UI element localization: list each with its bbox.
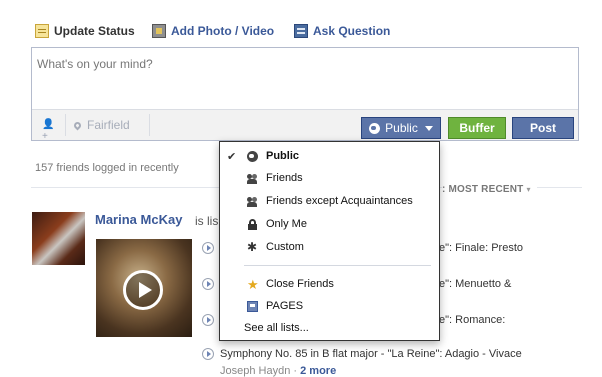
privacy-list-close-friends[interactable]: ★ Close Friends xyxy=(220,273,439,295)
privacy-option-friends[interactable]: Friends xyxy=(220,167,439,189)
sort-menu[interactable]: : MOST RECENT ▾ xyxy=(442,184,537,195)
play-track-icon xyxy=(202,314,214,326)
status-input[interactable] xyxy=(37,57,572,71)
friends-icon xyxy=(247,173,258,184)
star-icon: ★ xyxy=(247,276,259,292)
play-track-icon xyxy=(202,278,214,290)
gear-icon: ✱ xyxy=(247,239,258,254)
play-track-icon[interactable] xyxy=(202,348,214,360)
play-track-icon xyxy=(202,242,214,254)
pages-icon xyxy=(247,300,258,312)
privacy-option-label: Only Me xyxy=(266,218,307,230)
privacy-menu: ✔ Public Friends Friends except Acquaint… xyxy=(219,141,440,341)
friends-except-icon xyxy=(247,196,258,207)
track-title[interactable]: e": Finale: Presto xyxy=(439,242,523,254)
location-field[interactable]: Fairfield xyxy=(72,118,130,132)
privacy-option-friends-except-acquaintances[interactable]: Friends except Acquaintances xyxy=(220,190,439,212)
post-button-label: Post xyxy=(529,121,556,135)
tab-update-status-label: Update Status xyxy=(54,24,135,38)
checkmark-icon: ✔ xyxy=(227,150,237,163)
story-action-text: is lis xyxy=(195,214,219,228)
sort-label: : MOST RECENT xyxy=(442,184,524,195)
divider xyxy=(149,114,150,136)
tag-friends-icon[interactable]: 👤+ xyxy=(42,119,56,142)
privacy-option-label: Friends except Acquaintances xyxy=(266,195,413,207)
privacy-list-label: PAGES xyxy=(266,300,304,312)
privacy-option-label: Friends xyxy=(266,172,303,184)
track-artist: Joseph Haydn · 2 more xyxy=(220,365,336,377)
track-play-button[interactable] xyxy=(202,278,220,290)
video-thumbnail[interactable] xyxy=(96,239,192,337)
see-all-lists-label: See all lists... xyxy=(244,322,309,334)
location-label: Fairfield xyxy=(87,118,130,132)
lock-icon xyxy=(247,218,258,230)
globe-icon xyxy=(369,122,381,134)
status-icon xyxy=(35,24,49,38)
friends-online-count[interactable]: 157 friends logged in recently xyxy=(35,162,179,174)
privacy-option-custom[interactable]: ✱ Custom xyxy=(220,236,439,258)
track-play-button[interactable] xyxy=(202,242,220,254)
menu-divider xyxy=(244,265,431,266)
track-title[interactable]: e": Menuetto & xyxy=(439,278,511,290)
tab-ask-question-label: Ask Question xyxy=(313,24,391,38)
track-row[interactable]: Symphony No. 85 in B flat major - "La Re… xyxy=(202,348,522,360)
play-icon xyxy=(123,270,163,310)
tab-update-status[interactable]: Update Status xyxy=(35,23,135,39)
tab-add-photo-video[interactable]: Add Photo / Video xyxy=(152,23,274,39)
privacy-selector-label: Public xyxy=(385,121,418,135)
buffer-button[interactable]: Buffer xyxy=(448,117,506,139)
track-title[interactable]: Symphony No. 85 in B flat major - "La Re… xyxy=(220,348,522,360)
privacy-option-label: Custom xyxy=(266,241,304,253)
more-tracks-link[interactable]: 2 more xyxy=(300,365,336,377)
story-author-link[interactable]: Marina McKay xyxy=(95,212,182,227)
track-title[interactable]: e": Romance: xyxy=(439,314,505,326)
sort-caret-icon: ▾ xyxy=(526,185,531,194)
divider xyxy=(65,114,66,136)
post-button[interactable]: Post xyxy=(512,117,574,139)
track-play-button[interactable] xyxy=(202,314,220,326)
privacy-list-pages[interactable]: PAGES xyxy=(220,295,439,317)
photo-icon xyxy=(152,24,166,38)
question-icon xyxy=(294,24,308,38)
location-pin-icon xyxy=(72,120,83,130)
privacy-option-only-me[interactable]: Only Me xyxy=(220,213,439,235)
privacy-list-label: Close Friends xyxy=(266,278,334,290)
privacy-option-public[interactable]: ✔ Public xyxy=(220,145,439,167)
avatar[interactable] xyxy=(32,212,85,265)
privacy-option-label: Public xyxy=(266,150,300,162)
privacy-selector-button[interactable]: Public xyxy=(361,117,441,139)
globe-icon xyxy=(247,150,258,162)
artist-name[interactable]: Joseph Haydn xyxy=(220,365,290,377)
tab-add-photo-video-label: Add Photo / Video xyxy=(171,24,275,38)
chevron-down-icon xyxy=(424,125,433,131)
see-all-lists-link[interactable]: See all lists... xyxy=(220,317,439,339)
tab-ask-question[interactable]: Ask Question xyxy=(294,23,390,39)
buffer-button-label: Buffer xyxy=(459,121,495,135)
